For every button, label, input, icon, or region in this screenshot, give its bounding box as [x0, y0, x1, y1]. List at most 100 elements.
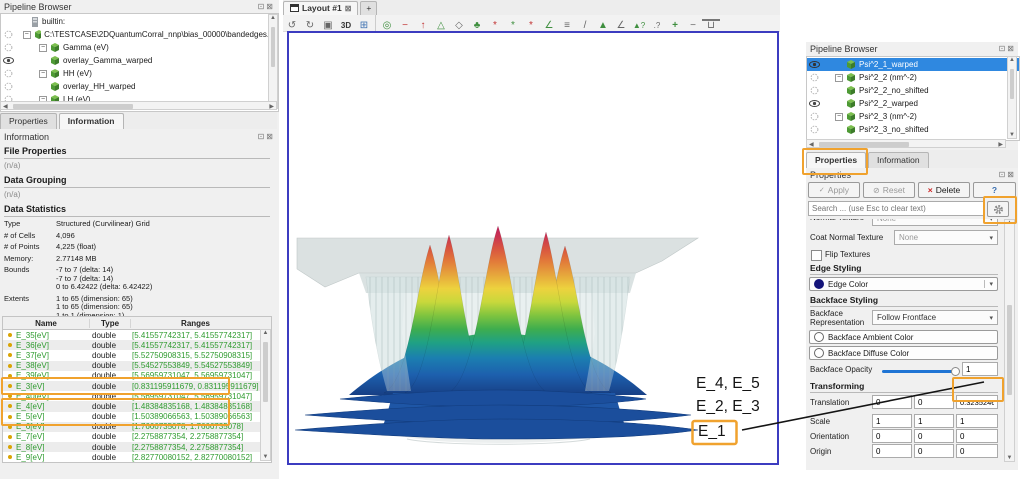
table-row[interactable]: E_6[eV]double[1.7666735078, 1.7666735078…	[3, 422, 271, 432]
help-button[interactable]: ?	[973, 182, 1016, 198]
server-icon	[31, 17, 39, 27]
render-view[interactable]: E_4, E_5 E_2, E_3 E_1	[287, 31, 779, 465]
stat-row: TypeStructured (Curvilinear) Grid	[4, 220, 270, 229]
normal-texture-dropdown[interactable]: None▾	[872, 219, 998, 226]
table-header[interactable]: Name Type Ranges	[3, 317, 271, 330]
add-layout-tab[interactable]: +	[360, 1, 377, 15]
table-row[interactable]: E_5[eV]double[1.50389066563, 1.503890665…	[3, 412, 271, 422]
pipeline-item[interactable]: − Psi^2_2 (nm^-2)	[807, 71, 1019, 84]
pipeline-item[interactable]: − C:\TESTCASE\2DQuantumCorral_nnp\bias_0…	[1, 28, 278, 41]
close-icon[interactable]: ⊠	[266, 3, 273, 11]
translation-y[interactable]	[914, 395, 954, 409]
coat-normal-texture-dropdown[interactable]: None▾	[894, 230, 998, 245]
vertical-scrollbar[interactable]: ▲▼	[1007, 56, 1017, 139]
table-row[interactable]: E_8[eV]double[2.2758877354, 2.2758877354…	[3, 442, 271, 452]
float-icon[interactable]: ⊡	[999, 45, 1006, 53]
orientation-z[interactable]	[956, 429, 998, 443]
cube-icon	[845, 59, 856, 70]
edge-color-button[interactable]: Edge Color ▾	[809, 277, 998, 291]
translation-z[interactable]	[956, 395, 998, 409]
pipeline-item-selected[interactable]: Psi^2_1_warped	[807, 58, 1019, 71]
tab-information[interactable]: Information	[59, 113, 124, 129]
origin-y[interactable]	[914, 444, 954, 458]
float-icon[interactable]: ⊡	[258, 133, 265, 141]
pipeline-item-label: Gamma (eV)	[63, 43, 109, 52]
orientation-x[interactable]	[872, 429, 912, 443]
search-options-gear-button[interactable]	[987, 201, 1009, 217]
tab-information[interactable]: Information	[868, 152, 929, 168]
eye-hidden-icon[interactable]	[810, 86, 819, 95]
backface-representation-dropdown[interactable]: Follow Frontface▾	[872, 310, 998, 325]
horizontal-scrollbar[interactable]: ◀▶	[806, 139, 1006, 148]
collapse-toggle[interactable]: −	[835, 74, 843, 82]
scale-y[interactable]	[914, 414, 954, 428]
table-row[interactable]: E_4[eV]double[1.48384835168, 1.483848351…	[3, 401, 271, 411]
close-icon[interactable]: ⊠	[266, 133, 273, 141]
delete-trash-button[interactable]: ⊔	[702, 19, 720, 30]
close-icon[interactable]: ⊠	[1007, 171, 1014, 179]
tab-properties[interactable]: Properties	[806, 152, 866, 168]
tab-properties[interactable]: Properties	[0, 113, 57, 129]
search-input[interactable]	[808, 201, 984, 216]
eye-hidden-icon[interactable]	[810, 125, 819, 134]
pipeline-item[interactable]: Psi^2_2_warped	[807, 97, 1019, 110]
delete-button[interactable]: ×Delete	[918, 182, 970, 198]
pipeline-item[interactable]: − Psi^2_3 (nm^-2)	[807, 110, 1019, 123]
pipeline-item[interactable]: Psi^2_3_no_shifted	[807, 123, 1019, 136]
eye-hidden-icon[interactable]	[810, 112, 819, 121]
eye-visible-icon[interactable]	[3, 56, 14, 65]
eye-hidden-icon[interactable]	[4, 82, 13, 91]
eye-visible-icon[interactable]	[809, 60, 820, 69]
table-row[interactable]: E_7[eV]double[2.2758877354, 2.2758877354…	[3, 432, 271, 442]
collapse-toggle[interactable]: −	[23, 31, 31, 39]
pipeline-item-label: overlay_HH_warped	[63, 82, 135, 91]
float-icon[interactable]: ⊡	[258, 3, 265, 11]
table-row[interactable]: E_39[eV]double[5.56959731047, 5.56959731…	[3, 371, 271, 381]
close-tab-icon[interactable]: ⊠	[345, 4, 352, 13]
collapse-toggle[interactable]: −	[39, 70, 47, 78]
reset-button[interactable]: ⊘Reset	[863, 182, 915, 198]
origin-x[interactable]	[872, 444, 912, 458]
float-icon[interactable]: ⊡	[999, 171, 1006, 179]
pipeline-item[interactable]: overlay_Gamma_warped	[1, 54, 278, 67]
pipeline-item[interactable]: − Gamma (eV)	[1, 41, 278, 54]
vertical-scrollbar[interactable]: ▲▼	[260, 329, 271, 461]
cube-icon	[49, 42, 60, 53]
collapse-toggle[interactable]: −	[39, 44, 47, 52]
backface-opacity-slider[interactable]	[882, 370, 956, 373]
sheet-e1	[295, 419, 698, 439]
orientation-y[interactable]	[914, 429, 954, 443]
backface-opacity-value[interactable]	[962, 362, 998, 376]
table-row[interactable]: E_40[eV]double[5.56959731047, 5.56959731…	[3, 391, 271, 401]
table-row[interactable]: E_9[eV]double[2.82770080152, 2.827700801…	[3, 452, 271, 462]
vertical-scrollbar[interactable]: ▲▼	[268, 14, 278, 109]
pipeline-item[interactable]: Psi^2_2_no_shifted	[807, 84, 1019, 97]
flip-textures-checkbox[interactable]	[811, 250, 822, 261]
eye-hidden-icon[interactable]	[4, 30, 13, 39]
translation-x[interactable]	[872, 395, 912, 409]
horizontal-scrollbar[interactable]: ◀▶	[0, 101, 277, 110]
origin-z[interactable]	[956, 444, 998, 458]
backface-diffuse-color-button[interactable]: Backface Diffuse Color	[809, 346, 998, 360]
scale-z[interactable]	[956, 414, 998, 428]
pipeline-item[interactable]: − HH (eV)	[1, 67, 278, 80]
eye-hidden-icon[interactable]	[4, 69, 13, 78]
pipeline-item[interactable]: overlay_HH_warped	[1, 80, 278, 93]
apply-button[interactable]: ✓Apply	[808, 182, 860, 198]
table-row[interactable]: E_38[eV]double[5.54527553849, 5.54527553…	[3, 361, 271, 371]
table-row[interactable]: E_37[eV]double[5.52750908315, 5.52750908…	[3, 350, 271, 360]
table-row[interactable]: E_36[eV]double[5.41557742317, 5.41557742…	[3, 340, 271, 350]
eye-hidden-icon[interactable]	[810, 73, 819, 82]
eye-hidden-icon[interactable]	[4, 43, 13, 52]
table-row[interactable]: E_35[eV]double[5.41557742317, 5.41557742…	[3, 330, 271, 340]
backface-ambient-color-button[interactable]: Backface Ambient Color	[809, 330, 998, 344]
tab-layout-1[interactable]: Layout #1 ⊠	[283, 1, 358, 15]
collapse-toggle[interactable]: −	[835, 113, 843, 121]
vertical-scrollbar[interactable]: ▲▼	[1004, 219, 1015, 462]
pipeline-item[interactable]: builtin:	[1, 15, 278, 28]
cube-icon	[33, 29, 41, 40]
close-icon[interactable]: ⊠	[1007, 45, 1014, 53]
table-row[interactable]: E_3[eV]double[0.831195911679, 0.83119591…	[3, 381, 271, 391]
eye-visible-icon[interactable]	[809, 99, 820, 108]
scale-x[interactable]	[872, 414, 912, 428]
